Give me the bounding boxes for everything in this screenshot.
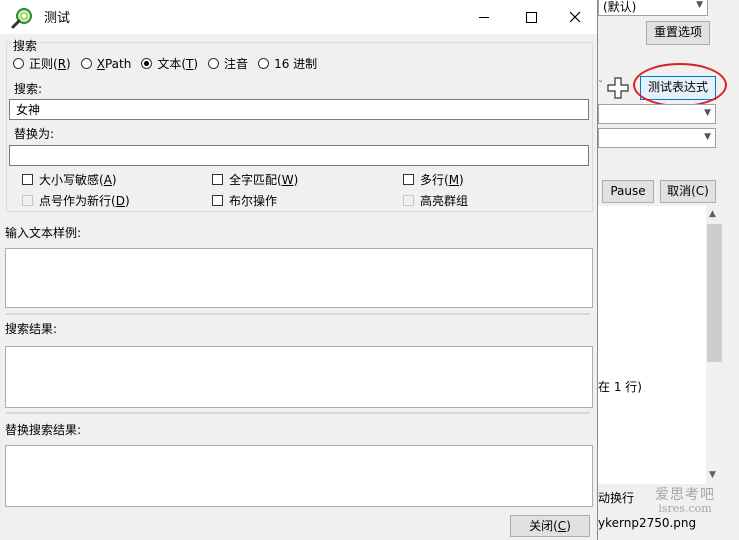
vertical-scrollbar[interactable]: ▲ ▼ xyxy=(706,206,723,484)
checkbox-indicator xyxy=(22,174,33,185)
checkbox-indicator xyxy=(403,174,414,185)
minimize-icon xyxy=(479,17,489,18)
search-group-label: 搜索 xyxy=(12,37,39,54)
mode-regex-label: 正则(R) xyxy=(29,57,71,71)
splitter[interactable] xyxy=(6,412,590,414)
splitter[interactable] xyxy=(6,313,590,315)
chevron-down-icon: ▼ xyxy=(704,132,711,142)
maximize-button[interactable] xyxy=(508,0,554,34)
checkbox-indicator xyxy=(212,174,223,185)
chevron-down-icon: ▼ xyxy=(696,0,703,10)
whole-word-label: 全字匹配(W) xyxy=(229,173,299,187)
word-wrap-label: 动换行 xyxy=(598,491,635,505)
replace-results-label: 替换搜索结果: xyxy=(5,423,82,437)
profile-combo-value: (默认) xyxy=(603,0,637,14)
reset-options-button[interactable]: 重置选项 xyxy=(646,21,710,45)
profile-combo[interactable]: (默认) ▼ xyxy=(598,0,708,16)
option-combo-2[interactable]: ▼ xyxy=(598,128,716,148)
checkbox-indicator xyxy=(22,195,33,206)
pause-button[interactable]: Pause xyxy=(602,180,654,203)
chevron-down-icon: ˇ xyxy=(598,80,603,91)
status-text: 在 1 行) xyxy=(598,380,642,394)
chevron-down-icon: ▼ xyxy=(704,108,711,118)
match-case-label: 大小写敏感(A) xyxy=(39,173,117,187)
search-mode-group: 正则(R) XPath 文本(T) 注音 16 进制 xyxy=(13,55,327,72)
highlight-groups-label: 高亮群组 xyxy=(420,194,469,208)
replace-results-textarea[interactable] xyxy=(5,445,593,507)
mode-regex-radio[interactable]: 正则(R) xyxy=(13,55,71,72)
watermark: 爱思考吧 isres.com xyxy=(655,488,715,516)
multiline-checkbox[interactable]: 多行(M) xyxy=(403,171,464,188)
chevron-up-icon[interactable]: ▲ xyxy=(709,209,716,219)
checkbox-indicator xyxy=(212,195,223,206)
mode-phonetic-label: 注音 xyxy=(224,57,249,71)
mode-text-radio[interactable]: 文本(T) xyxy=(141,55,198,72)
radio-indicator xyxy=(208,58,220,69)
boolean-ops-checkbox[interactable]: 布尔操作 xyxy=(212,192,277,209)
title-bar[interactable]: 测试 xyxy=(0,0,597,34)
watermark-line-2: isres.com xyxy=(658,502,712,515)
highlight-groups-checkbox: 高亮群组 xyxy=(403,192,468,209)
highlight-annotation xyxy=(633,63,727,107)
search-label: 搜索: xyxy=(14,82,43,96)
mode-xpath-radio[interactable]: XPath xyxy=(80,56,132,71)
replace-input[interactable] xyxy=(10,146,588,165)
search-field[interactable] xyxy=(9,99,589,120)
mode-xpath-label: XPath xyxy=(96,56,132,71)
cancel-button[interactable]: 取消(C) xyxy=(660,180,716,203)
results-textarea[interactable] xyxy=(5,346,593,408)
add-icon[interactable] xyxy=(606,76,630,100)
test-dialog: 测试 搜索 正则(R) XPath 文本(T) 注音 16 进制 搜索: 女神 … xyxy=(0,0,598,540)
scrollbar-thumb[interactable] xyxy=(707,224,722,362)
checkbox-indicator xyxy=(403,195,414,206)
sample-text-label: 输入文本样例: xyxy=(5,226,82,240)
magnifier-icon xyxy=(11,8,32,29)
radio-indicator xyxy=(13,58,24,69)
mode-hex-radio[interactable]: 16 进制 xyxy=(258,55,317,72)
radio-indicator xyxy=(258,58,270,69)
watermark-line-1: 爱思考吧 xyxy=(655,487,715,503)
radio-indicator-selected xyxy=(141,58,153,69)
results-label: 搜索结果: xyxy=(5,322,58,336)
replace-field[interactable] xyxy=(9,145,589,166)
close-window-button[interactable] xyxy=(552,0,598,34)
replace-label: 替换为: xyxy=(14,127,55,141)
dot-newline-checkbox: 点号作为新行(D) xyxy=(22,192,130,209)
search-input[interactable] xyxy=(10,100,588,119)
boolean-ops-label: 布尔操作 xyxy=(229,194,278,208)
option-combo-1[interactable]: ▼ xyxy=(598,104,716,124)
output-textarea[interactable] xyxy=(598,206,706,484)
dialog-title: 测试 xyxy=(44,11,71,26)
file-name-text: ykernp2750.png xyxy=(598,516,697,530)
close-icon xyxy=(569,11,581,23)
mode-hex-label: 16 进制 xyxy=(274,57,318,71)
chevron-down-icon[interactable]: ▼ xyxy=(709,470,716,480)
whole-word-checkbox[interactable]: 全字匹配(W) xyxy=(212,171,298,188)
sample-textarea[interactable] xyxy=(5,248,593,308)
close-button[interactable]: 关闭(C) xyxy=(510,515,590,537)
match-case-checkbox[interactable]: 大小写敏感(A) xyxy=(22,171,117,188)
mode-text-label: 文本(T) xyxy=(157,57,199,71)
dot-newline-label: 点号作为新行(D) xyxy=(39,194,130,208)
mode-phonetic-radio[interactable]: 注音 xyxy=(208,55,248,72)
minimize-button[interactable] xyxy=(460,0,506,34)
radio-indicator xyxy=(80,58,92,69)
multiline-label: 多行(M) xyxy=(420,173,464,187)
maximize-icon xyxy=(526,12,537,23)
